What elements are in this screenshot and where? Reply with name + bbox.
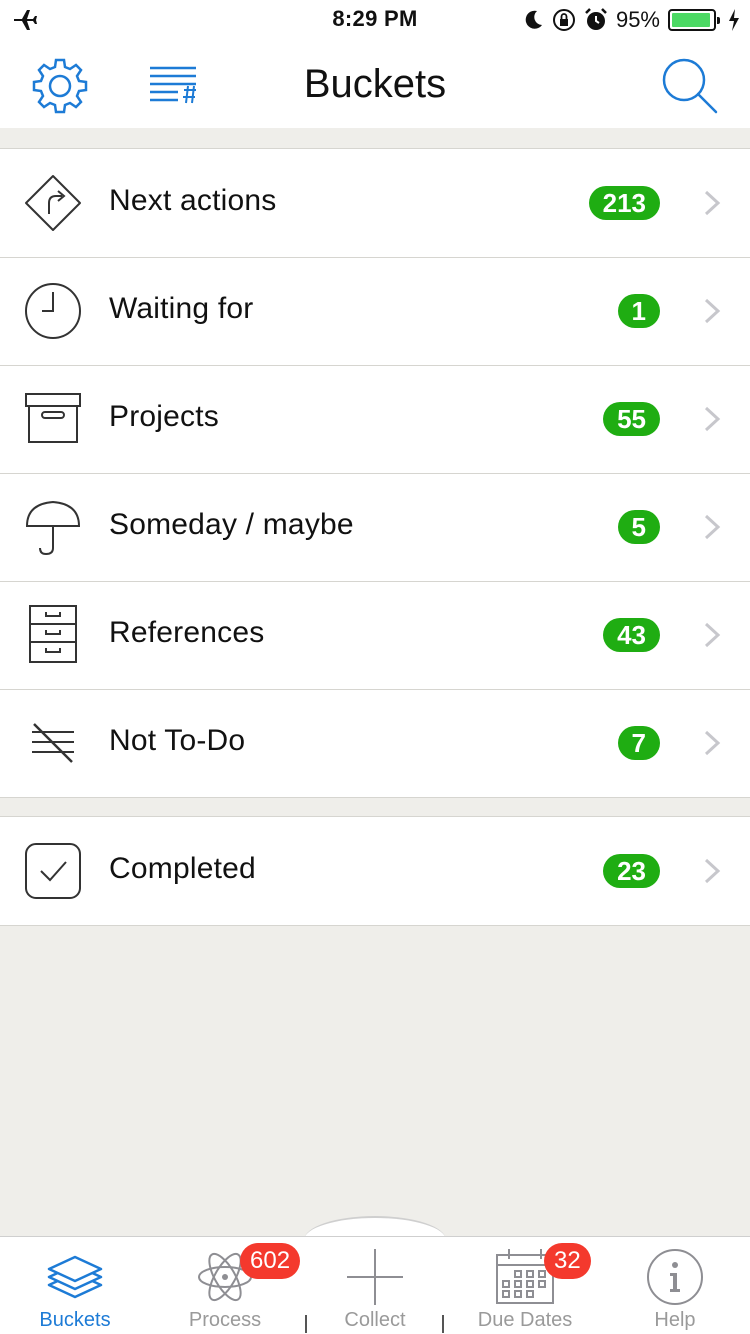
bucket-label: Projects <box>109 400 219 433</box>
status-right: 95% <box>524 6 740 34</box>
file-cabinet-icon <box>29 605 77 663</box>
battery-percent: 95% <box>615 7 660 32</box>
tab-help[interactable]: Help <box>600 1237 750 1334</box>
tab-due-dates[interactable]: 32 Due Dates <box>450 1237 600 1334</box>
chevron-right-icon <box>704 298 721 324</box>
due-dates-badge: 32 <box>544 1243 591 1279</box>
count-badge: 1 <box>617 294 660 328</box>
bucket-label: Someday / maybe <box>109 508 354 541</box>
chevron-right-icon <box>704 730 721 756</box>
search-icon[interactable] <box>660 56 720 116</box>
nav-bar: Buckets <box>0 40 750 128</box>
count-badge: 213 <box>588 186 660 220</box>
buckets-list: Next actions 213 Waiting for 1 Projects … <box>0 148 750 798</box>
count-badge: 55 <box>603 402 660 436</box>
tab-label: Help <box>654 1309 696 1331</box>
road-sign-icon <box>25 175 81 231</box>
tab-label: Buckets <box>39 1309 111 1331</box>
bucket-label: Completed <box>109 852 256 885</box>
umbrella-icon <box>25 500 81 556</box>
status-bar: 8:29 PM 95% <box>0 0 750 40</box>
battery-fill <box>672 13 710 27</box>
layers-icon <box>47 1255 103 1299</box>
bucket-row-someday-maybe[interactable]: Someday / maybe 5 <box>0 473 750 581</box>
tab-process[interactable]: 602 Process <box>150 1237 301 1334</box>
bucket-label: References <box>109 616 265 649</box>
plus-icon <box>347 1249 403 1305</box>
process-badge: 602 <box>240 1243 301 1279</box>
bucket-label: Next actions <box>109 184 277 217</box>
battery-icon <box>668 9 720 31</box>
bucket-row-waiting-for[interactable]: Waiting for 1 <box>0 257 750 365</box>
tab-buckets[interactable]: Buckets <box>0 1237 150 1334</box>
chevron-right-icon <box>704 406 721 432</box>
bucket-row-projects[interactable]: Projects 55 <box>0 365 750 473</box>
bucket-label: Waiting for <box>109 292 254 325</box>
moon-icon <box>525 10 542 29</box>
bucket-row-completed[interactable]: Completed 23 <box>0 817 750 925</box>
checkbox-icon <box>25 843 81 899</box>
tab-bar: Buckets 602 Process Collect 32 Due Dates… <box>0 1236 750 1334</box>
page-title: Buckets <box>303 62 447 106</box>
chevron-right-icon <box>704 190 721 216</box>
clock-icon <box>25 283 81 339</box>
bucket-row-not-to-do[interactable]: Not To-Do 7 <box>0 689 750 797</box>
alarm-icon <box>585 8 607 30</box>
rotation-lock-icon <box>552 9 575 31</box>
tab-label: Process <box>188 1309 262 1331</box>
count-badge: 23 <box>603 854 660 888</box>
count-badge: 5 <box>617 510 660 544</box>
count-badge: 43 <box>603 618 660 652</box>
tab-label: Collect <box>344 1309 406 1331</box>
count-badge: 7 <box>617 726 660 760</box>
chevron-right-icon <box>704 622 721 648</box>
archive-box-icon <box>25 393 81 443</box>
strike-lines-icon <box>32 723 74 763</box>
tab-label: Due Dates <box>477 1309 573 1331</box>
bucket-label: Not To-Do <box>109 724 246 757</box>
tab-collect[interactable]: Collect <box>300 1237 450 1334</box>
tab-separator <box>442 1315 444 1333</box>
chevron-right-icon <box>704 858 721 884</box>
bucket-row-next-actions[interactable]: Next actions 213 <box>0 149 750 257</box>
completed-list: Completed 23 <box>0 816 750 926</box>
bucket-row-references[interactable]: References 43 <box>0 581 750 689</box>
info-icon <box>647 1249 703 1305</box>
chevron-right-icon <box>704 514 721 540</box>
charging-icon <box>729 9 739 31</box>
